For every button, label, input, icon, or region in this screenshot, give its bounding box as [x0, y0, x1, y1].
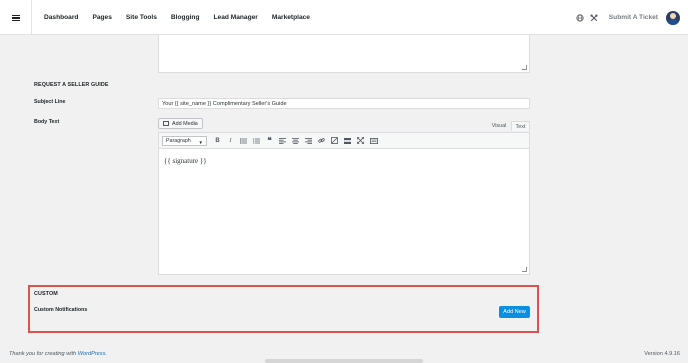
submit-ticket-link[interactable]: Submit A Ticket: [609, 14, 658, 21]
format-select[interactable]: Paragraph ▼: [162, 135, 207, 146]
resize-handle-icon[interactable]: [522, 267, 527, 272]
editor-toolbar: Paragraph ▼ B I ❝: [158, 132, 530, 149]
custom-section-highlight: [28, 285, 539, 333]
globe-icon[interactable]: [575, 13, 585, 23]
footer-thanks-text: Thank you for creating with: [9, 351, 78, 357]
nav-item-dashboard[interactable]: Dashboard: [44, 14, 78, 21]
footer-thanks: Thank you for creating with WordPress.: [9, 351, 107, 357]
add-media-label: Add Media: [172, 120, 198, 127]
custom-notifications-label: Custom Notifications: [34, 307, 88, 313]
subject-line-label: Subject Line: [34, 99, 66, 105]
fullscreen-icon[interactable]: [354, 134, 367, 147]
nav-item-blogging[interactable]: Blogging: [171, 14, 200, 21]
italic-icon[interactable]: I: [224, 134, 237, 147]
subject-line-input[interactable]: Your {{ site_name }} Complimentary Selle…: [158, 98, 530, 109]
read-more-icon[interactable]: [341, 134, 354, 147]
nav-item-marketplace[interactable]: Marketplace: [272, 14, 310, 21]
tab-visual[interactable]: Visual: [488, 121, 510, 131]
align-center-icon[interactable]: [289, 134, 302, 147]
align-right-icon[interactable]: [302, 134, 315, 147]
footer-thanks-suffix: .: [105, 351, 107, 357]
format-select-value: Paragraph: [166, 137, 191, 144]
numbered-list-icon[interactable]: [250, 134, 263, 147]
bullet-list-icon[interactable]: [237, 134, 250, 147]
version-text: Version 4.9.16: [644, 351, 680, 357]
tab-text[interactable]: Text: [511, 121, 530, 131]
main-nav: Dashboard Pages Site Tools Blogging Lead…: [44, 0, 324, 35]
unlink-icon[interactable]: [328, 134, 341, 147]
menu-toggle-button[interactable]: [0, 0, 32, 35]
top-right-tools: Submit A Ticket: [575, 0, 680, 35]
toolbar-toggle-icon[interactable]: [367, 134, 380, 147]
bold-icon[interactable]: B: [211, 134, 224, 147]
editor-content: {{ signature }}: [164, 157, 207, 165]
tools-icon[interactable]: [589, 13, 599, 23]
seller-guide-heading: REQUEST A SELLER GUIDE: [34, 82, 109, 88]
body-text-editor[interactable]: {{ signature }}: [158, 149, 530, 275]
link-icon[interactable]: [315, 134, 328, 147]
user-avatar[interactable]: [666, 10, 680, 25]
resize-handle-icon[interactable]: [522, 65, 527, 70]
hamburger-icon: [11, 14, 20, 21]
horizontal-scrollbar[interactable]: [265, 359, 423, 363]
blockquote-icon[interactable]: ❝: [263, 134, 276, 147]
add-media-button[interactable]: Add Media: [158, 118, 203, 129]
add-new-button[interactable]: Add New: [499, 306, 530, 318]
nav-item-pages[interactable]: Pages: [92, 14, 111, 21]
body-text-label: Body Text: [34, 119, 60, 125]
wordpress-link[interactable]: WordPress: [78, 351, 106, 357]
align-left-icon[interactable]: [276, 134, 289, 147]
custom-heading: CUSTOM: [34, 291, 58, 297]
nav-item-lead-manager[interactable]: Lead Manager: [214, 14, 258, 21]
media-icon: [163, 121, 169, 126]
top-bar: Dashboard Pages Site Tools Blogging Lead…: [0, 0, 688, 35]
nav-item-site-tools[interactable]: Site Tools: [126, 14, 157, 21]
caret-down-icon: ▼: [198, 139, 203, 145]
previous-body-editor[interactable]: [158, 35, 530, 73]
